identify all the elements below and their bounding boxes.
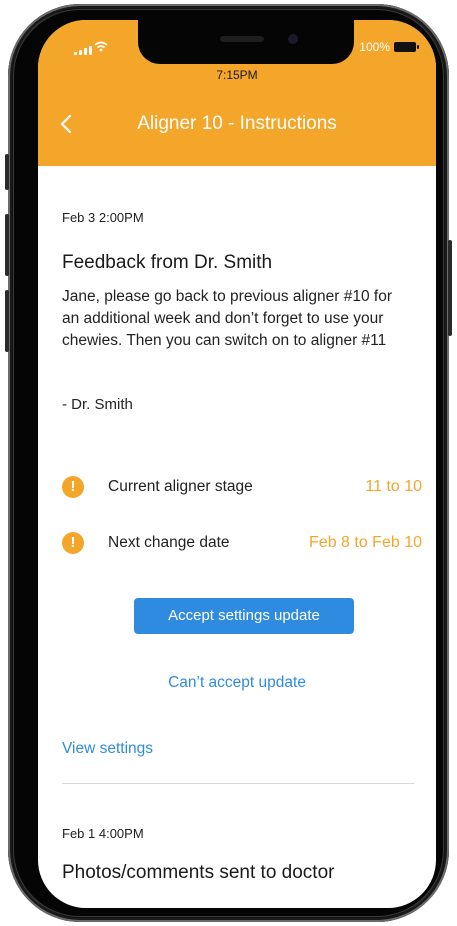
feedback-signature: - Dr. Smith: [62, 396, 133, 413]
battery-status: 100%: [359, 40, 419, 54]
app-header: 100% 7:15PM Aligner 10 - Instructions: [38, 20, 436, 166]
signal-icon: [74, 46, 92, 55]
exclamation-icon: !: [62, 476, 84, 498]
info-label: Current aligner stage: [108, 478, 253, 495]
info-row-current-stage: ! Current aligner stage 11 to 10: [62, 476, 422, 500]
power-button: [448, 240, 452, 336]
notch: [138, 20, 354, 64]
divider: [62, 783, 414, 784]
exclamation-icon: !: [62, 532, 84, 554]
cant-accept-link[interactable]: Can’t accept update: [38, 674, 436, 692]
accept-settings-button[interactable]: Accept settings update: [134, 598, 354, 634]
battery-icon: [394, 42, 419, 52]
speaker-grille: [220, 36, 264, 42]
info-value: 11 to 10: [365, 478, 422, 495]
view-settings-link[interactable]: View settings: [62, 740, 153, 758]
feedback-title: Feedback from Dr. Smith: [62, 252, 273, 273]
volume-down-button: [5, 290, 9, 352]
mute-switch: [5, 154, 9, 190]
volume-up-button: [5, 214, 9, 276]
info-value: Feb 8 to Feb 10: [309, 534, 422, 551]
info-label: Next change date: [108, 534, 230, 551]
page-title: Aligner 10 - Instructions: [137, 113, 337, 134]
info-row-next-change: ! Next change date Feb 8 to Feb 10: [62, 532, 422, 556]
status-time: 7:15PM: [216, 68, 258, 82]
front-camera: [288, 34, 298, 44]
wifi-icon: [94, 40, 108, 54]
feedback-message: Jane, please go back to previous aligner…: [62, 288, 393, 349]
next-entry-title: Photos/comments sent to doctor: [62, 862, 335, 883]
feedback-timestamp: Feb 3 2:00PM: [62, 210, 144, 225]
next-entry-timestamp: Feb 1 4:00PM: [62, 826, 144, 841]
app-screen: 100% 7:15PM Aligner 10 - Instructions Fe…: [38, 20, 436, 908]
battery-percent: 100%: [359, 40, 390, 54]
